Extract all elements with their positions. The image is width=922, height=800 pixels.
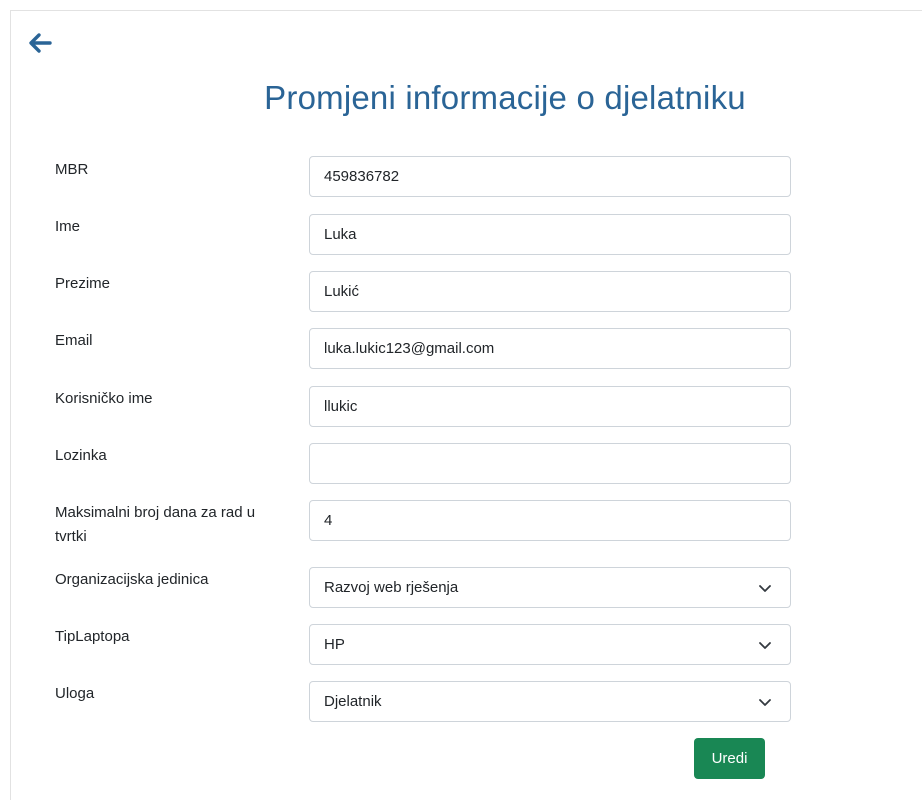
page-title: Promjeni informacije o djelatniku xyxy=(264,79,746,116)
tip-laptopa-select[interactable]: HP xyxy=(309,624,791,665)
back-button[interactable] xyxy=(27,30,53,56)
email-label: Email xyxy=(55,332,93,349)
email-input[interactable] xyxy=(309,328,791,369)
org-jedinica-select[interactable]: Razvoj web rješenja xyxy=(309,567,791,608)
tip-laptopa-label: TipLaptopa xyxy=(55,628,130,645)
org-jedinica-value: Razvoj web rješenja xyxy=(324,579,459,596)
ime-label: Ime xyxy=(55,218,81,235)
uloga-select[interactable]: Djelatnik xyxy=(309,681,791,722)
uredi-button[interactable]: Uredi xyxy=(694,738,765,779)
tip-laptopa-value: HP xyxy=(324,636,345,653)
mbr-label: MBR xyxy=(55,161,89,178)
korisnicko-ime-label: Korisničko ime xyxy=(55,390,153,407)
uloga-value: Djelatnik xyxy=(324,693,382,710)
ime-input[interactable] xyxy=(309,214,791,255)
max-dani-label: Maksimalni broj dana za rad u tvrtki xyxy=(55,504,256,545)
max-dani-input[interactable] xyxy=(309,500,791,541)
lozinka-label: Lozinka xyxy=(55,447,107,464)
arrow-left-icon xyxy=(29,33,52,53)
chevron-down-icon xyxy=(759,641,771,649)
prezime-input[interactable] xyxy=(309,271,791,312)
prezime-label: Prezime xyxy=(55,275,111,292)
chevron-down-icon xyxy=(759,584,771,592)
lozinka-input[interactable] xyxy=(309,443,791,484)
korisnicko-ime-input[interactable] xyxy=(309,386,791,427)
uloga-label: Uloga xyxy=(55,685,95,702)
mbr-input[interactable] xyxy=(309,156,791,197)
chevron-down-icon xyxy=(759,698,771,706)
org-jedinica-label: Organizacijska jedinica xyxy=(55,571,209,588)
